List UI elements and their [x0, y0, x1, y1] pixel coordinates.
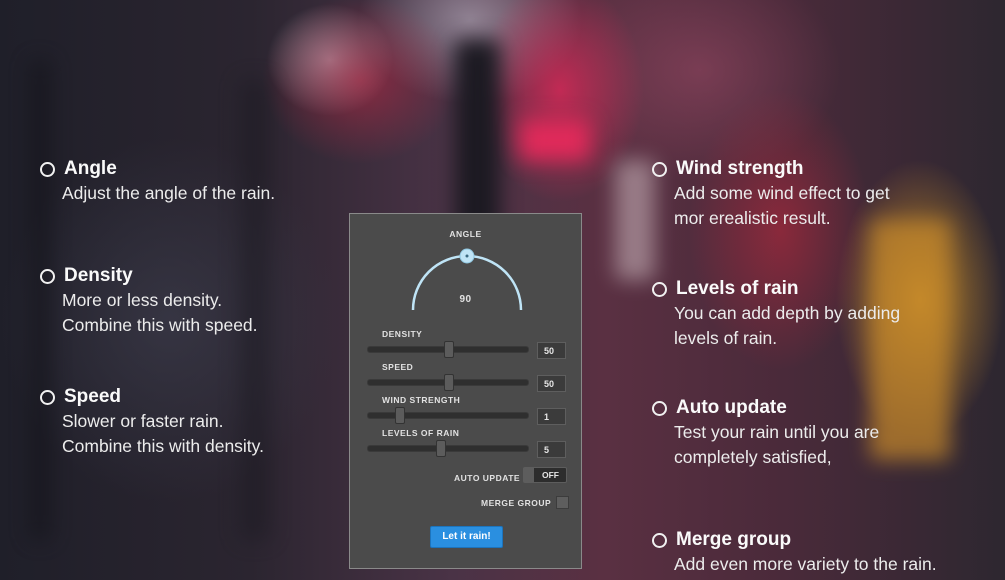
density-value[interactable]: 50	[537, 342, 566, 359]
feature-speed: Speed Slower or faster rain. Combine thi…	[40, 386, 264, 459]
feature-levels-of-rain: Levels of rain You can add depth by addi…	[652, 278, 900, 351]
feature-angle: Angle Adjust the angle of the rain.	[40, 158, 275, 206]
bullet-circle-icon	[652, 400, 667, 416]
let-it-rain-button[interactable]: Let it rain!	[430, 526, 503, 548]
bullet-circle-icon	[40, 268, 55, 284]
bullet-circle-icon	[652, 161, 667, 177]
feature-title: Wind strength	[676, 158, 804, 179]
feature-desc: Add some wind effect to get	[674, 183, 890, 203]
speed-slider[interactable]	[367, 374, 529, 391]
wind-strength-slider[interactable]	[367, 407, 529, 424]
feature-title: Levels of rain	[676, 278, 799, 299]
speed-slider-thumb[interactable]	[444, 374, 454, 391]
speed-label: SPEED	[382, 362, 414, 372]
angle-label: ANGLE	[449, 229, 482, 239]
wind-strength-slider-thumb[interactable]	[395, 407, 405, 424]
rain-settings-panel: ANGLE 90 DENSITY 50 SPEED 50 WIND STRENG…	[349, 213, 582, 569]
feature-title: Angle	[64, 158, 117, 179]
feature-wind-strength: Wind strength Add some wind effect to ge…	[652, 158, 890, 231]
bullet-circle-icon	[40, 161, 55, 177]
toggle-knob	[524, 468, 534, 482]
feature-title: Merge group	[676, 529, 792, 550]
merge-group-checkbox[interactable]	[556, 496, 569, 509]
density-slider-thumb[interactable]	[444, 341, 454, 358]
feature-desc: Slower or faster rain.	[62, 411, 224, 431]
feature-desc: Adjust the angle of the rain.	[62, 183, 276, 203]
feature-auto-update: Auto update Test your rain until you are…	[652, 397, 879, 470]
wind-strength-value[interactable]: 1	[537, 408, 566, 425]
levels-of-rain-slider-thumb[interactable]	[436, 440, 446, 457]
feature-desc: levels of rain.	[674, 328, 778, 348]
bullet-circle-icon	[40, 389, 55, 405]
feature-desc: Test your rain until you are	[674, 422, 880, 442]
auto-update-toggle[interactable]: OFF	[523, 467, 567, 483]
feature-desc: mor erealistic result.	[674, 208, 831, 228]
feature-desc: Add even more variety to the rain.	[674, 554, 937, 574]
feature-desc: completely satisfied,	[674, 447, 832, 467]
auto-update-label: AUTO UPDATE	[454, 473, 521, 483]
wind-strength-label: WIND STRENGTH	[382, 395, 461, 405]
density-slider[interactable]	[367, 341, 529, 358]
feature-title: Density	[64, 265, 133, 286]
speed-value[interactable]: 50	[537, 375, 566, 392]
feature-density: Density More or less density. Combine th…	[40, 265, 258, 338]
feature-desc: Combine this with density.	[62, 436, 264, 456]
feature-desc: You can add depth by adding	[674, 303, 901, 323]
levels-of-rain-value[interactable]: 5	[537, 441, 566, 458]
density-label: DENSITY	[382, 329, 423, 339]
feature-desc: More or less density.	[62, 290, 223, 310]
angle-value: 90	[459, 294, 472, 305]
feature-title: Auto update	[676, 397, 787, 418]
feature-title: Speed	[64, 386, 122, 407]
feature-desc: Combine this with speed.	[62, 315, 258, 335]
bullet-circle-icon	[652, 532, 667, 548]
feature-merge-group: Merge group Add even more variety to the…	[652, 529, 937, 577]
levels-of-rain-label: LEVELS OF RAIN	[382, 428, 460, 438]
merge-group-label: MERGE GROUP	[481, 498, 552, 508]
auto-update-state: OFF	[542, 470, 559, 480]
bullet-circle-icon	[652, 281, 667, 297]
levels-of-rain-slider[interactable]	[367, 440, 529, 457]
